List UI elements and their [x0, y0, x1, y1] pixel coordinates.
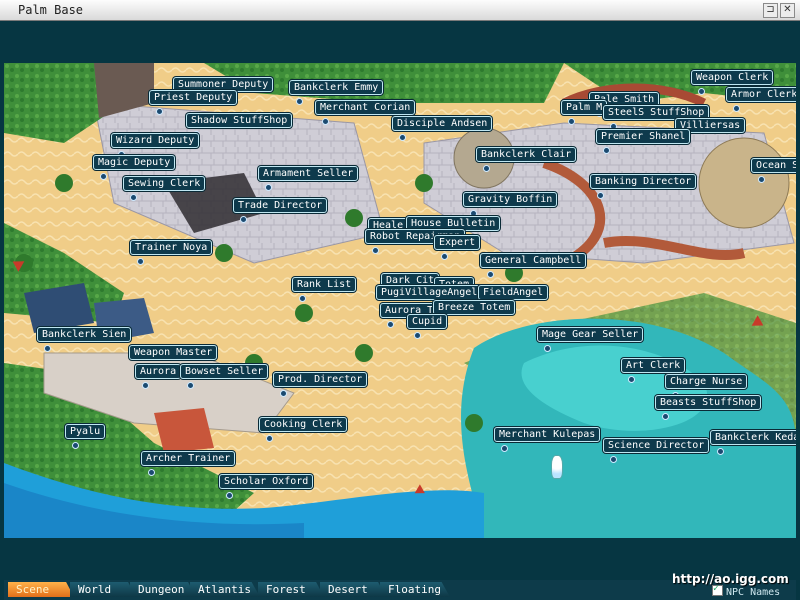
npc-label-disciple-andsen[interactable]: Disciple Andsen — [392, 116, 493, 141]
npc-label-priest-deputy[interactable]: Priest Deputy — [149, 90, 238, 115]
npc-label-ocean-s[interactable]: Ocean S — [751, 158, 796, 183]
npc-label-armor-clerk[interactable]: Armor Clerk — [726, 87, 796, 112]
npc-label-bowset-seller[interactable]: Bowset Seller — [180, 364, 269, 389]
npc-label-scholar-oxford[interactable]: Scholar Oxford — [219, 474, 314, 499]
tab-floating[interactable]: Floating — [380, 582, 450, 597]
tab-world[interactable]: World — [70, 582, 136, 597]
npc-label-bankclerk-keda[interactable]: Bankclerk Keda — [710, 430, 796, 455]
npc-label-magic-deputy[interactable]: Magic Deputy — [93, 155, 176, 180]
npc-label-bankclerk-sien[interactable]: Bankclerk Sien — [37, 327, 132, 352]
npc-label-weapon-master[interactable]: Weapon Master — [129, 345, 218, 370]
npc-names-label: NPC Names — [726, 587, 781, 598]
npc-label-archer-trainer[interactable]: Archer Trainer — [141, 451, 236, 476]
watermark-text: http://ao.igg.com — [672, 572, 789, 586]
npc-label-breeze-totem[interactable]: Breeze Totem — [433, 300, 516, 325]
tab-dungeon[interactable]: Dungeon — [130, 582, 196, 597]
npc-label-pugi-village-angel[interactable]: PugiVillageAngel — [376, 285, 483, 310]
npc-label-bankclerk-emmy[interactable]: Bankclerk Emmy — [289, 80, 384, 105]
npc-label-beasts-stuffshop[interactable]: Beasts StuffShop — [655, 395, 762, 420]
npc-label-trade-director[interactable]: Trade Director — [233, 198, 328, 223]
close-icon[interactable]: ✕ — [780, 3, 795, 18]
npc-label-prod-director[interactable]: Prod. Director — [273, 372, 368, 397]
npc-label-shadow-stuffshop[interactable]: Shadow StuffShop — [186, 113, 293, 138]
npc-label-premier-shanel[interactable]: Premier Shanel — [596, 129, 691, 154]
title-bar[interactable]: Palm Base ⊐ ✕ — [0, 0, 800, 21]
scene-map[interactable]: Summoner Deputy Priest Deputy Bankclerk … — [4, 63, 796, 538]
npc-label-merchant-kulepas[interactable]: Merchant Kulepas — [494, 427, 601, 452]
player-position-icon — [551, 455, 563, 479]
npc-label-wizard-deputy[interactable]: Wizard Deputy — [111, 133, 200, 158]
npc-label-rank-list[interactable]: Rank List — [292, 277, 357, 302]
window-title: Palm Base — [18, 3, 84, 17]
npc-label-bankclerk-clair[interactable]: Bankclerk Clair — [476, 147, 577, 172]
npc-label-science-director[interactable]: Science Director — [603, 438, 710, 463]
npc-names-checkbox[interactable] — [712, 583, 723, 596]
tab-desert[interactable]: Desert — [320, 582, 386, 597]
npc-label-merchant-corian[interactable]: Merchant Corian — [315, 100, 416, 125]
npc-label-charge-nurse[interactable]: Charge Nurse — [665, 374, 748, 399]
npc-label-art-clerk[interactable]: Art Clerk — [621, 358, 686, 383]
npc-label-banking-director[interactable]: Banking Director — [590, 174, 697, 199]
npc-label-general-campbell[interactable]: General Campbell — [480, 253, 587, 278]
npc-label-field-angel[interactable]: FieldAngel — [478, 285, 549, 310]
npc-label-expert[interactable]: Expert — [434, 235, 481, 260]
npc-label-sewing-clerk[interactable]: Sewing Clerk — [123, 176, 206, 201]
top-frame-band — [4, 21, 796, 63]
npc-label-palm-m[interactable]: Palm M — [561, 100, 608, 125]
tab-atlantis[interactable]: Atlantis — [190, 582, 260, 597]
tab-scene[interactable]: Scene — [8, 582, 74, 597]
npc-label-armament-seller[interactable]: Armament Seller — [258, 166, 359, 191]
npc-label-mage-gear-seller[interactable]: Mage Gear Seller — [537, 327, 644, 352]
npc-names-toggle[interactable]: NPC Names — [712, 583, 781, 598]
npc-label-gravity-boffin[interactable]: Gravity Boffin — [463, 192, 558, 217]
npc-label-weapon-clerk[interactable]: Weapon Clerk — [691, 70, 774, 95]
npc-label-aurora[interactable]: Aurora — [135, 364, 182, 389]
tab-forest[interactable]: Forest — [258, 582, 324, 597]
npc-label-cooking-clerk[interactable]: Cooking Clerk — [259, 417, 348, 442]
map-window: Palm Base ⊐ ✕ Summoner Deputy Priest Dep… — [0, 0, 800, 600]
npc-label-trainer-noya[interactable]: Trainer Noya — [130, 240, 213, 265]
npc-label-pyalu[interactable]: Pyalu — [65, 424, 106, 449]
pin-icon[interactable]: ⊐ — [763, 3, 778, 18]
npc-label-cupid[interactable]: Cupid — [407, 314, 448, 339]
